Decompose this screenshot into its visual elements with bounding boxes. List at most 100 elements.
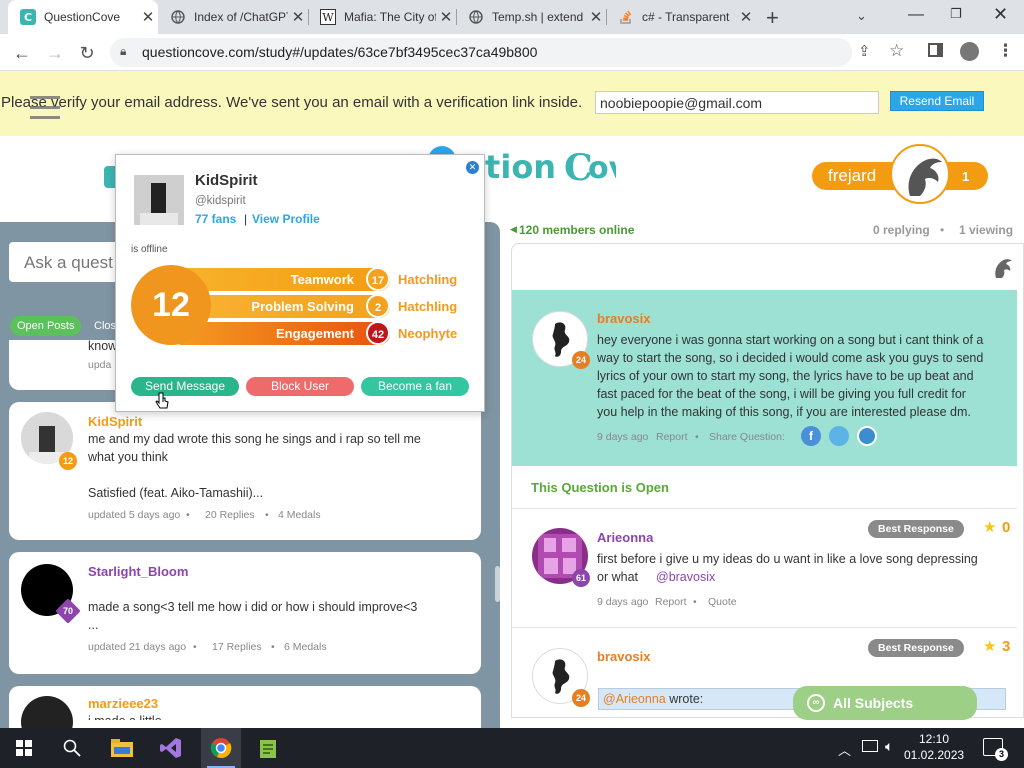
network-icon[interactable] [862,740,878,752]
dolphin-avatar-icon[interactable] [890,144,950,204]
close-tab-icon[interactable]: ✕ [138,8,158,26]
wikipedia-icon: W [320,9,336,25]
quote-mention[interactable]: @Arieonna [603,692,666,706]
post-username[interactable]: marzieee23 [88,696,158,711]
visual-studio-icon[interactable] [151,728,191,768]
medal-icon[interactable]: ★ [983,518,996,536]
twitter-share-icon[interactable] [829,426,849,446]
problem-solving-rank: Hatchling [398,299,458,314]
question-text-line: lyrics of your own to start my song, the… [597,369,974,383]
search-icon[interactable] [52,728,92,768]
verify-email-field[interactable] [595,91,879,114]
meta-dot: • [265,509,269,521]
meta-dot: • [693,596,697,608]
post-card[interactable]: marzieee23 i made a little... [9,686,481,748]
tab-tempsh[interactable]: Temp.sh | extend ✕ [456,0,606,34]
report-link[interactable]: Report [656,431,688,443]
open-posts-tab[interactable]: Open Posts [10,316,82,336]
profile-avatar-icon[interactable] [960,42,979,61]
reply-username[interactable]: Arieonna [597,530,653,545]
current-username[interactable]: frejard [828,166,876,186]
post-card[interactable]: 70 Starlight_Bloom made a song<3 tell me… [9,552,481,674]
posts-scrollbar[interactable] [495,566,500,602]
close-tab-icon[interactable]: ✕ [586,8,606,26]
svg-text:W: W [322,11,334,24]
all-subjects-button[interactable]: ∞ All Subjects [793,686,977,720]
tab-index-chatgpt[interactable]: Index of /ChatGPT ✕ [158,0,308,34]
url-text[interactable]: questioncove.com/study#/updates/63ce7bf3… [142,44,537,60]
post-username[interactable]: Starlight_Bloom [88,564,188,579]
back-arrow-icon[interactable]: ← [10,41,34,65]
stackoverflow-icon [618,9,634,25]
become-fan-button[interactable]: Become a fan [361,377,469,396]
windows-start-icon[interactable] [4,728,44,768]
share-icon[interactable]: ⇪ [858,42,871,60]
post-medals: 4 Medals [278,509,321,521]
tab-stackoverflow[interactable]: c# - Transparent ✕ [606,0,756,34]
question-open-label: This Question is Open [531,480,669,495]
post-username[interactable]: KidSpirit [88,414,142,429]
close-window-icon[interactable]: ✕ [993,4,1008,25]
report-link[interactable]: Report [655,596,687,608]
close-tab-icon[interactable]: ✕ [288,8,308,26]
level-badge: 12 [59,452,77,470]
quote-link[interactable]: Quote [708,596,737,608]
lock-icon[interactable]: 🔒︎ [120,44,126,59]
taskbar-clock[interactable]: 12:10 01.02.2023 [904,731,964,763]
tab-mafia[interactable]: W Mafia: The City of Lost Heaven ✕ [308,0,456,34]
forward-arrow-icon[interactable]: → [43,41,67,65]
tab-questioncove[interactable]: C QuestionCove ✕ [8,0,158,34]
level-badge: 24 [572,689,590,707]
notification-center-icon[interactable]: 3 [983,738,1008,761]
minimize-window-icon[interactable]: — [908,6,924,24]
send-message-button[interactable]: Send Message [131,377,239,396]
meta-dot: • [193,641,197,653]
online-indicator-icon: ◀ [510,224,517,234]
engagement-bar: Engagement [180,322,390,345]
all-subjects-label: All Subjects [833,695,914,711]
side-panel-icon[interactable] [928,43,943,57]
bookmark-star-icon[interactable]: ☆ [889,41,904,61]
popup-close-icon[interactable]: ✕ [466,161,479,174]
tab-search-chevron-icon[interactable]: ⌄ [856,8,867,24]
popup-fans-link[interactable]: 77 fans [195,212,236,226]
mention-link[interactable]: @bravosix [656,568,715,586]
browser-menu-icon[interactable]: ⋮ [997,41,1014,61]
new-tab-button[interactable]: + [766,5,779,31]
level-badge: 24 [572,351,590,369]
questioncove-share-icon[interactable] [857,426,877,446]
notification-count[interactable]: 1 [962,169,969,184]
volume-icon[interactable]: 🔈︎ [885,738,893,755]
file-explorer-icon[interactable] [102,728,142,768]
medal-count: 0 [1002,519,1011,536]
chrome-taskbar-icon[interactable] [201,728,241,768]
meta-dot: • [695,431,699,443]
clock-date: 01.02.2023 [904,748,965,762]
reload-icon[interactable]: ↻ [75,41,99,65]
popup-avatar[interactable] [134,175,184,225]
best-response-button[interactable]: Best Response [868,639,964,657]
facebook-share-icon[interactable]: f [801,426,821,446]
notepad-plus-icon[interactable] [248,728,288,768]
restore-window-icon[interactable]: ❐ [950,6,962,22]
hamburger-menu-icon[interactable] [30,96,60,120]
post-card[interactable]: 12 KidSpirit me and my dad wrote this so… [9,402,481,540]
close-tab-icon[interactable]: ✕ [736,8,756,26]
post-updated: updated 5 days ago [88,509,181,521]
medal-count: 3 [1002,638,1011,655]
close-tab-icon[interactable]: ✕ [436,8,456,26]
best-response-button[interactable]: Best Response [868,520,964,538]
resend-email-button[interactable]: Resend Email [890,91,984,111]
question-username[interactable]: bravosix [597,311,650,326]
globe-icon [170,9,186,25]
reply-username[interactable]: bravosix [597,649,650,664]
ask-question-placeholder: Ask a quest [24,253,113,272]
popup-username: KidSpirit [195,172,258,189]
post-text-line: ... [88,618,99,632]
closed-posts-tab[interactable]: Clos [94,320,116,332]
question-text-line: you help in the making of this song, if … [597,405,971,419]
show-hidden-icons-chevron[interactable]: ︿ [838,740,851,759]
block-user-button[interactable]: Block User [246,377,354,396]
medal-icon[interactable]: ★ [983,637,996,655]
view-profile-link[interactable]: View Profile [252,212,320,226]
